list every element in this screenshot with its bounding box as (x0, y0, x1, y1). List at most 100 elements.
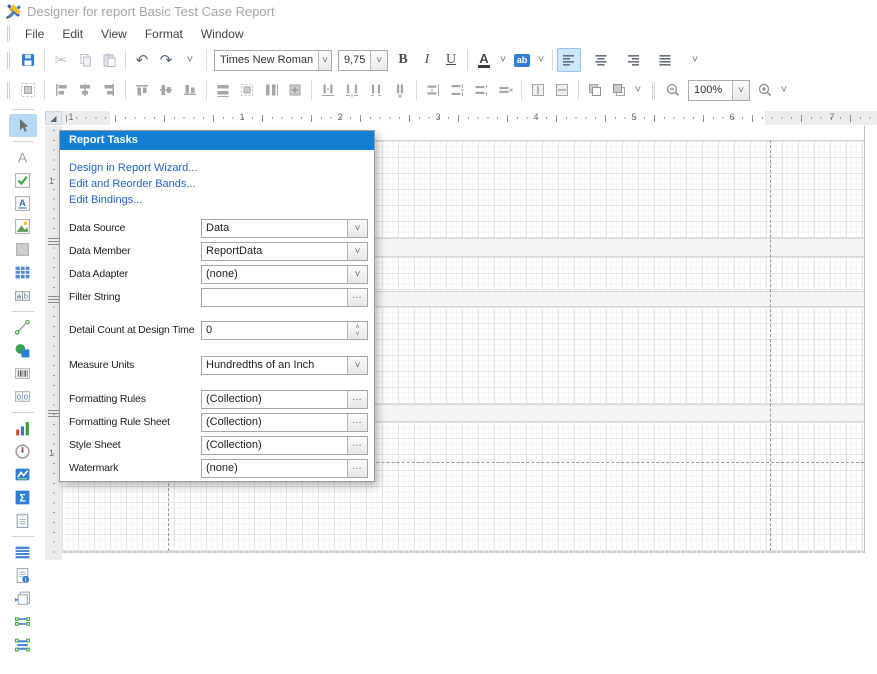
highlight-dropdown-button[interactable]: ˅ (534, 48, 548, 72)
toolbox-item-zip-code[interactable]: 0 0 (9, 385, 37, 408)
measure-units-dropdown[interactable]: Hundredths of an Inch ˅ (201, 356, 368, 375)
increase-horizontal-spacing-button[interactable] (340, 78, 364, 102)
toolbox-item-panel[interactable] (9, 238, 37, 261)
toolbox-item-character-comb[interactable]: a b (9, 284, 37, 307)
data-source-dropdown[interactable]: Data ˅ (201, 219, 368, 238)
ruler-corner[interactable]: ◢ (45, 111, 62, 125)
align-right-button[interactable] (621, 48, 645, 72)
band-grip[interactable] (48, 410, 59, 417)
align-middles-button[interactable] (154, 78, 178, 102)
toolbox-item-page-info[interactable]: i (9, 564, 37, 587)
toolbar-grip[interactable] (7, 82, 10, 99)
toolbox-item-label[interactable]: A (9, 146, 37, 169)
decrease-vertical-spacing-button[interactable] (469, 78, 493, 102)
toolbox-item-picture-box[interactable] (9, 215, 37, 238)
style-sheet-editor[interactable]: (Collection) … (201, 436, 368, 455)
data-member-dropdown[interactable]: ReportData ˅ (201, 242, 368, 261)
ellipsis-button[interactable]: … (347, 289, 367, 306)
dropdown-button[interactable]: ˅ (347, 220, 367, 237)
make-same-width-button[interactable] (211, 78, 235, 102)
order-dropdown-button[interactable]: ˅ (631, 78, 645, 102)
data-adapter-dropdown[interactable]: (none) ˅ (201, 265, 368, 284)
font-color-button[interactable]: A (472, 48, 496, 72)
toolbox-item-rich-text[interactable]: A (9, 192, 37, 215)
detail-count-spinner[interactable]: 0 ˄ ˅ (201, 321, 368, 340)
dropdown-button[interactable]: ˅ (347, 357, 367, 374)
copy-button[interactable] (73, 48, 97, 72)
align-rights-button[interactable] (97, 78, 121, 102)
align-to-grid-button[interactable] (16, 78, 40, 102)
align-tops-button[interactable] (130, 78, 154, 102)
menu-format[interactable]: Format (136, 24, 192, 44)
zoom-dropdown-button[interactable]: ˅ (732, 81, 749, 100)
menu-file[interactable]: File (16, 24, 53, 44)
ellipsis-button[interactable]: … (347, 460, 367, 477)
toolbox-item-sparkline[interactable] (9, 463, 37, 486)
remove-horizontal-spacing-button[interactable] (388, 78, 412, 102)
toolbox-item-shape[interactable] (9, 339, 37, 362)
menu-edit[interactable]: Edit (53, 24, 92, 44)
make-same-size-button[interactable] (283, 78, 307, 102)
make-same-height-button[interactable] (259, 78, 283, 102)
size-to-grid-button[interactable] (235, 78, 259, 102)
font-name-dropdown-button[interactable]: ˅ (318, 51, 331, 70)
link-design-in-report-wizard[interactable]: Design in Report Wizard... (69, 160, 374, 176)
filter-string-editor[interactable]: … (201, 288, 368, 307)
font-name-combobox[interactable]: Times New Roman ˅ (214, 50, 332, 71)
toolbox-item-table[interactable] (9, 261, 37, 284)
toolbox-item-line[interactable] (9, 316, 37, 339)
toolbox-item-pivot-grid[interactable]: Σ (9, 486, 37, 509)
center-horizontally-button[interactable] (526, 78, 550, 102)
bring-to-front-button[interactable] (583, 78, 607, 102)
ellipsis-button[interactable]: … (347, 437, 367, 454)
remove-vertical-spacing-button[interactable] (493, 78, 517, 102)
make-vertical-spacing-equal-button[interactable] (421, 78, 445, 102)
justify-button[interactable] (653, 48, 677, 72)
band-grip[interactable] (48, 238, 59, 245)
dropdown-button[interactable]: ˅ (347, 266, 367, 283)
toolbar-grip[interactable] (7, 52, 10, 69)
alignment-dropdown-button[interactable]: ˅ (683, 48, 707, 72)
dropdown-button[interactable]: ˅ (347, 243, 367, 260)
font-color-dropdown-button[interactable]: ˅ (496, 48, 510, 72)
undo-button[interactable]: ↶ (130, 48, 154, 72)
ellipsis-button[interactable]: … (347, 414, 367, 431)
toolbox-item-table-of-contents[interactable] (9, 541, 37, 564)
bold-button[interactable]: B (391, 48, 415, 72)
ellipsis-button[interactable]: … (347, 391, 367, 408)
align-lefts-button[interactable] (49, 78, 73, 102)
increase-vertical-spacing-button[interactable] (445, 78, 469, 102)
formatting-rule-sheet-editor[interactable]: (Collection) … (201, 413, 368, 432)
band-grip[interactable] (48, 296, 59, 303)
toolbox-item-page-break[interactable] (9, 509, 37, 532)
watermark-editor[interactable]: (none) … (201, 459, 368, 478)
toolbox-item-cross-band-line[interactable] (9, 610, 37, 633)
toolbox-item-cross-band-box[interactable] (9, 633, 37, 656)
toolbox-item-check-box[interactable] (9, 169, 37, 192)
link-edit-bindings[interactable]: Edit Bindings... (69, 192, 374, 208)
link-edit-and-reorder-bands[interactable]: Edit and Reorder Bands... (69, 176, 374, 192)
align-centers-button[interactable] (73, 78, 97, 102)
zoom-level-combobox[interactable]: 100% ˅ (688, 80, 750, 101)
menu-view[interactable]: View (92, 24, 136, 44)
redo-button[interactable]: ↷ (154, 48, 178, 72)
send-to-back-button[interactable] (607, 78, 631, 102)
formatting-rules-editor[interactable]: (Collection) … (201, 390, 368, 409)
toolbar-grip[interactable] (652, 82, 655, 99)
italic-button[interactable]: I (415, 48, 439, 72)
highlight-color-button[interactable]: ab (510, 48, 534, 72)
toolbox-item-gauge[interactable] (9, 440, 37, 463)
menu-window[interactable]: Window (192, 24, 253, 44)
toolbox-item-subreport[interactable] (9, 587, 37, 610)
align-center-button[interactable] (589, 48, 613, 72)
spinner-buttons[interactable]: ˄ ˅ (347, 322, 367, 339)
paste-button[interactable] (97, 48, 121, 72)
underline-button[interactable]: U (439, 48, 463, 72)
align-left-button[interactable] (557, 48, 581, 72)
zoom-out-button[interactable] (661, 78, 685, 102)
zoom-in-button[interactable] (753, 78, 777, 102)
toolbox-item-chart[interactable] (9, 417, 37, 440)
cut-button[interactable]: ✂ (49, 48, 73, 72)
font-size-dropdown-button[interactable]: ˅ (370, 51, 387, 70)
toolbox-item-pointer[interactable] (9, 114, 37, 137)
